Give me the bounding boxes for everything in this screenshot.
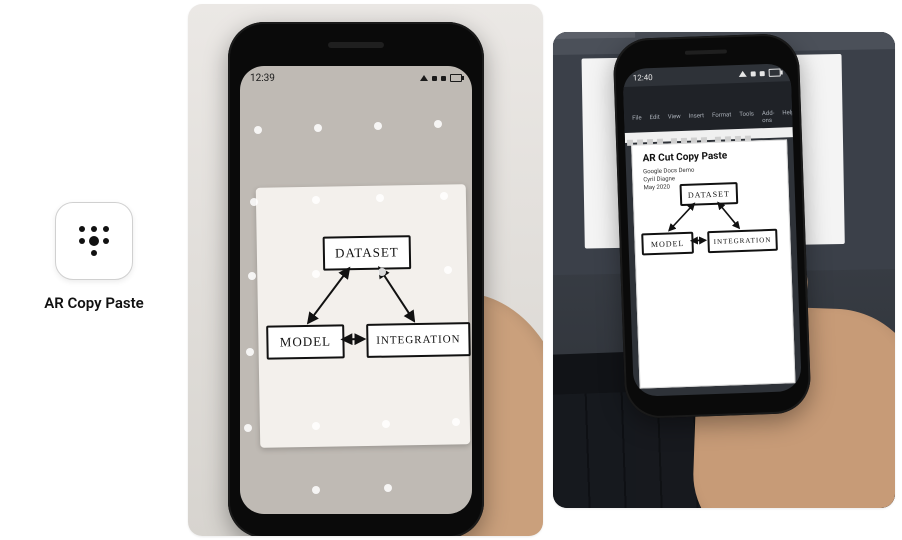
- docs-page[interactable]: AR Cut Copy Paste Google Docs Demo Cyril…: [631, 139, 795, 388]
- menu-help[interactable]: Help: [782, 109, 795, 123]
- status-icons: [739, 69, 781, 78]
- phone-device-left: 12:39 DATASET MODEL INTEGRATION: [228, 22, 484, 536]
- phone-speaker: [685, 49, 727, 54]
- app-title: AR Copy Paste: [44, 294, 144, 312]
- battery-icon: [769, 69, 781, 77]
- menu-tools[interactable]: Tools: [739, 110, 754, 125]
- battery-icon: [450, 74, 462, 82]
- docs-menu-bar[interactable]: File Edit View Insert Format Tools Add-o…: [632, 109, 795, 129]
- google-docs-chrome: File Edit View Insert Format Tools Add-o…: [623, 81, 793, 133]
- menu-addons[interactable]: Add-ons: [762, 110, 775, 124]
- phone-speaker: [328, 42, 384, 48]
- status-time: 12:39: [250, 73, 275, 84]
- diagram-arrows: [256, 184, 471, 448]
- menu-insert[interactable]: Insert: [689, 112, 705, 127]
- wifi-icon: [751, 71, 756, 76]
- signal-icon: [441, 76, 446, 81]
- status-bar: 12:39: [240, 66, 472, 90]
- menu-file[interactable]: File: [632, 114, 642, 128]
- doc-title: AR Cut Copy Paste: [642, 149, 776, 165]
- phone-screen-left[interactable]: 12:39 DATASET MODEL INTEGRATION: [240, 66, 472, 514]
- captured-paper: DATASET MODEL INTEGRATION: [256, 184, 471, 448]
- status-time: 12:40: [633, 72, 653, 82]
- ar-copy-paste-app-icon: [55, 202, 133, 280]
- demo-photo-capture: 12:39 DATASET MODEL INTEGRATION: [188, 4, 543, 536]
- app-badge-column: AR Copy Paste: [14, 202, 174, 312]
- menu-view[interactable]: View: [668, 113, 681, 127]
- menu-format[interactable]: Format: [712, 111, 732, 126]
- hand-drawn-diagram: DATASET MODEL INTEGRATION: [256, 184, 471, 448]
- menu-edit[interactable]: Edit: [649, 114, 660, 128]
- wifi-icon: [432, 76, 437, 81]
- pasted-diagram: DATASET MODEL INTEGRATION: [633, 177, 777, 302]
- notification-icon: [420, 75, 428, 81]
- browser-tab: [553, 32, 635, 40]
- demo-photo-paste: 12:40 File Edit View Insert Format: [553, 32, 895, 508]
- ar-copy-paste-dots-icon: [70, 217, 118, 265]
- phone-device-right: 12:40 File Edit View Insert Format: [612, 33, 811, 419]
- diagram-arrows: [633, 177, 777, 302]
- notification-icon: [739, 71, 747, 77]
- page-root: AR Copy Paste 12:39: [0, 0, 902, 540]
- signal-icon: [760, 71, 765, 76]
- phone-screen-right[interactable]: 12:40 File Edit View Insert Format: [622, 63, 801, 397]
- status-icons: [420, 74, 462, 82]
